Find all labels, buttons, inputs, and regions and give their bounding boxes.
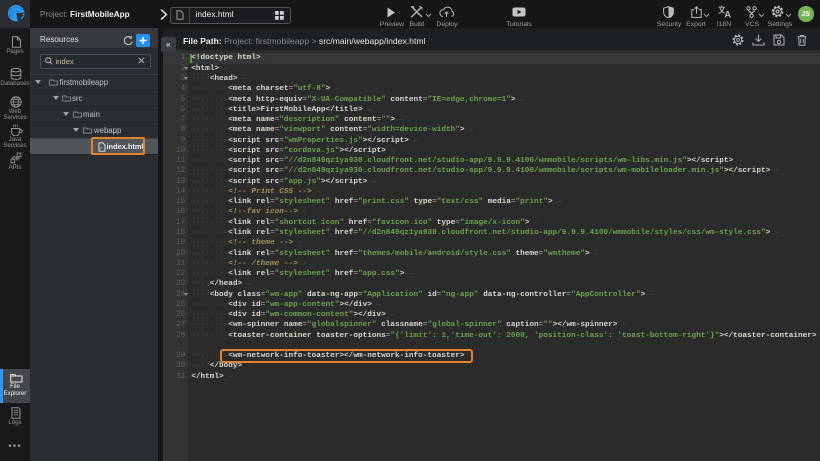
svg-text:A: A: [724, 10, 731, 18]
